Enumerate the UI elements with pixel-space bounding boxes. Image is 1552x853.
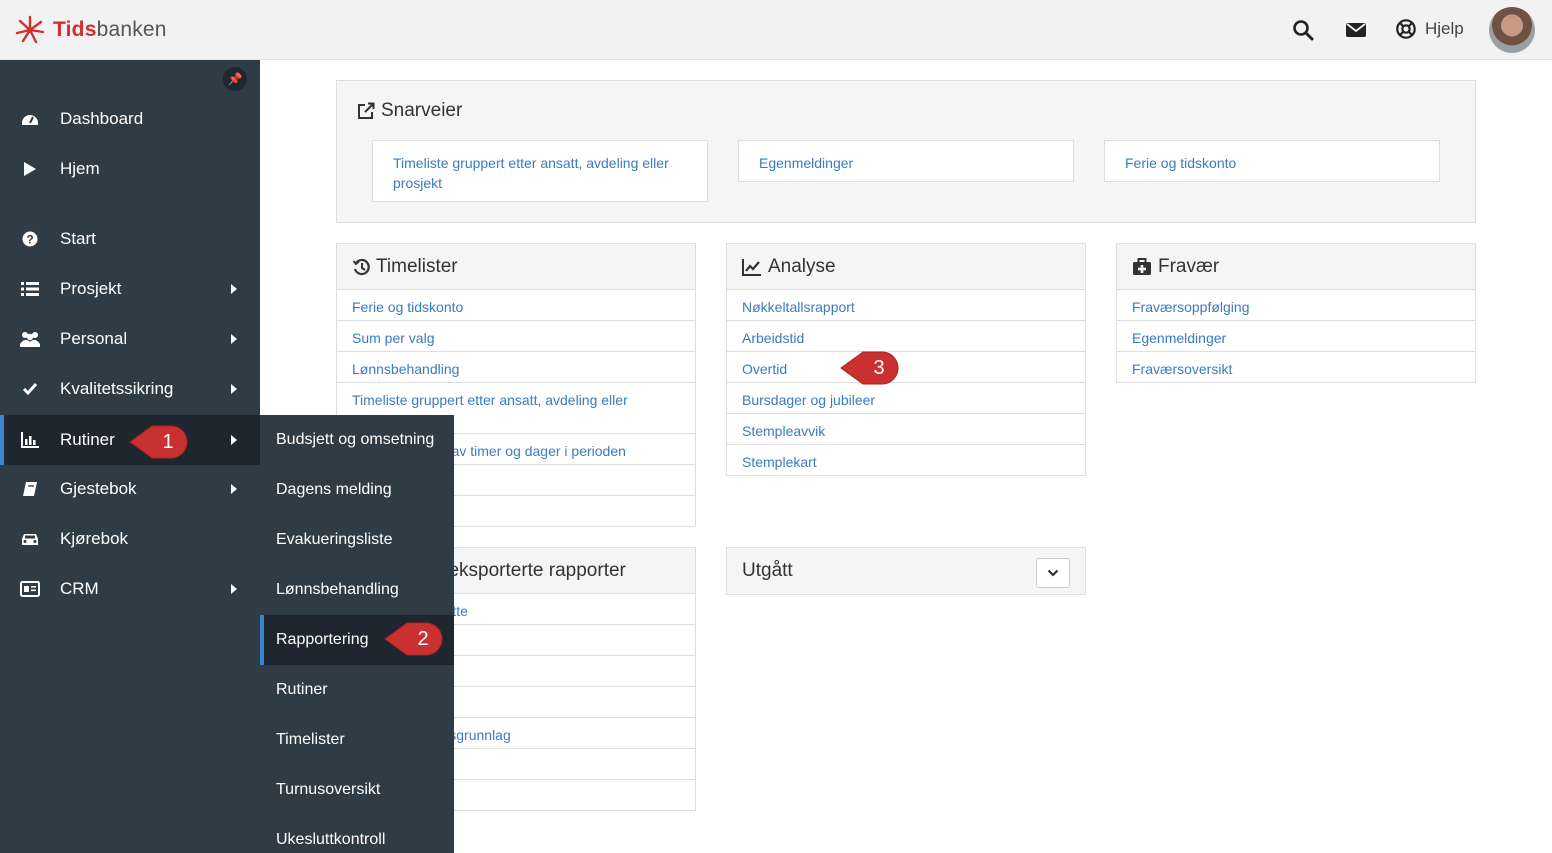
list-item[interactable]: Arbeidstid <box>727 321 1085 352</box>
shortcut-link[interactable]: Egenmeldinger <box>738 140 1074 182</box>
sidebar-item-personal[interactable]: Personal <box>0 314 260 364</box>
sidebar-item-start[interactable]: ? Start <box>0 214 260 264</box>
users-icon <box>20 329 40 349</box>
list-item[interactable]: Lønnsbehandling <box>337 352 695 383</box>
help-label: Hjelp <box>1425 19 1464 38</box>
submenu-item-dagens-melding[interactable]: Dagens melding <box>260 465 454 515</box>
fravaer-panel: Fravær Fraværsoppfølging Egenmeldinger F… <box>1116 243 1476 383</box>
help-link[interactable]: Hjelp <box>1395 18 1464 40</box>
list-item[interactable]: Sum per valg <box>337 321 695 352</box>
panel-title: Analyse <box>742 256 836 278</box>
callout-marker: 2 <box>383 620 445 658</box>
utgatt-panel: Utgått <box>726 547 1086 595</box>
medkit-icon <box>1133 258 1151 275</box>
chevron-right-icon <box>231 584 237 594</box>
book-icon <box>20 479 40 499</box>
dashboard-icon <box>20 109 40 129</box>
sidebar-item-gjestebok[interactable]: Gjestebok <box>0 464 260 514</box>
question-icon: ? <box>20 229 40 249</box>
bar-chart-icon <box>20 430 40 450</box>
logo[interactable]: Tidsbanken <box>14 14 167 46</box>
sidebar-item-kvalitetssikring[interactable]: Kvalitetssikring <box>0 364 260 414</box>
list-icon <box>20 279 40 299</box>
callout-marker: 3 <box>839 349 901 387</box>
check-icon <box>20 379 40 399</box>
list-item[interactable]: Stempleavvik <box>727 414 1085 445</box>
logo-text: Tidsbanken <box>53 18 167 41</box>
chevron-right-icon <box>231 384 237 394</box>
submenu-item-evakueringsliste[interactable]: Evakueringsliste <box>260 515 454 565</box>
chevron-right-icon <box>231 284 237 294</box>
id-card-icon <box>20 579 40 599</box>
submenu-item-turnusoversikt[interactable]: Turnusoversikt <box>260 765 454 815</box>
list-item[interactable]: Overtid <box>727 352 1085 383</box>
sidebar-item-kjorebok[interactable]: Kjørebok <box>0 514 260 564</box>
chevron-right-icon <box>231 334 237 344</box>
submenu-item-lonnsbehandling[interactable]: Lønnsbehandling <box>260 565 454 615</box>
list-item[interactable]: Nøkkeltallsrapport <box>727 290 1085 321</box>
list-item[interactable]: Stemplekart <box>727 445 1085 476</box>
panel-title: Utgått <box>742 560 793 581</box>
expand-button[interactable] <box>1036 558 1070 588</box>
car-icon <box>20 529 40 549</box>
sidebar-item-dashboard[interactable]: Dashboard <box>0 94 260 144</box>
list-item[interactable]: Egenmeldinger <box>1117 321 1475 352</box>
top-header: Tidsbanken Hjelp <box>0 0 1552 60</box>
list-item[interactable]: Ferie og tidskonto <box>337 290 695 321</box>
svg-text:?: ? <box>26 233 33 247</box>
submenu-item-timelister[interactable]: Timelister <box>260 715 454 765</box>
list-item[interactable]: Fraværsoppfølging <box>1117 290 1475 321</box>
shortcuts-panel: Snarveier Timeliste gruppert etter ansat… <box>336 80 1476 223</box>
sidebar-item-prosjekt[interactable]: Prosjekt <box>0 264 260 314</box>
list-item[interactable]: Bursdager og jubileer <box>727 383 1085 414</box>
logo-icon <box>15 15 45 44</box>
chevron-right-icon <box>231 484 237 494</box>
search-icon[interactable] <box>1291 18 1315 42</box>
chevron-down-icon <box>1047 569 1059 577</box>
shortcut-link[interactable]: Timeliste gruppert etter ansatt, avdelin… <box>372 140 708 202</box>
list-item[interactable]: Fraværsoversikt <box>1117 352 1475 383</box>
sidebar-item-hjem[interactable]: Hjem <box>0 144 260 194</box>
analyse-panel: Analyse Nøkkeltallsrapport Arbeidstid Ov… <box>726 243 1086 476</box>
submenu-item-budsjett[interactable]: Budsjett og omsetning <box>260 415 454 465</box>
external-link-icon <box>358 102 375 119</box>
lifebuoy-icon <box>1396 19 1416 39</box>
pin-icon[interactable]: 📌 <box>223 67 247 91</box>
avatar[interactable] <box>1489 7 1535 53</box>
mail-icon[interactable] <box>1344 18 1368 42</box>
panel-title: Timelister <box>352 256 458 278</box>
line-chart-icon <box>742 259 761 276</box>
panel-title: Snarveier <box>357 100 462 122</box>
callout-marker: 1 <box>128 423 190 461</box>
sidebar-item-crm[interactable]: CRM <box>0 564 260 614</box>
submenu-item-rutiner[interactable]: Rutiner <box>260 665 454 715</box>
panel-title: Fravær <box>1132 256 1219 278</box>
submenu-item-ukesluttkontroll[interactable]: Ukesluttkontroll <box>260 815 454 853</box>
history-icon <box>352 258 370 276</box>
chevron-right-icon <box>231 435 237 445</box>
play-icon <box>20 159 40 179</box>
shortcut-link[interactable]: Ferie og tidskonto <box>1104 140 1440 182</box>
